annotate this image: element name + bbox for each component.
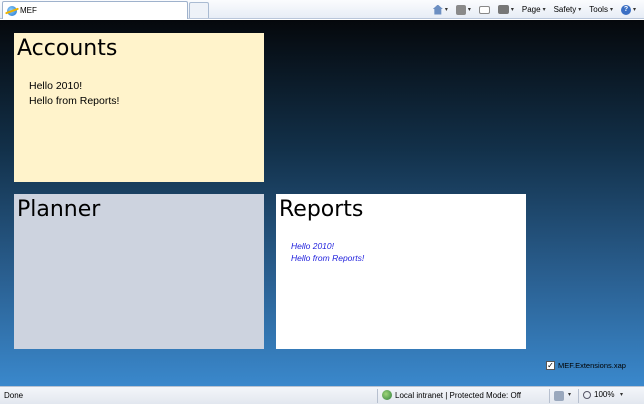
- browser-tab-mef[interactable]: MEF: [2, 1, 188, 19]
- accounts-title: Accounts: [17, 36, 118, 61]
- planner-title: Planner: [17, 197, 101, 222]
- home-icon: [432, 4, 443, 15]
- accounts-message: Hello from Reports!: [29, 95, 120, 107]
- zoom-icon: [583, 390, 591, 399]
- tools-menu-button[interactable]: Tools ▾: [589, 5, 613, 14]
- new-tab-button[interactable]: [189, 2, 209, 18]
- help-icon: ?: [620, 4, 631, 15]
- accounts-message: Hello 2010!: [29, 80, 83, 92]
- status-divider: [578, 389, 579, 403]
- planner-panel: Planner: [14, 194, 264, 349]
- ie-icon: [7, 5, 17, 16]
- read-mail-button[interactable]: [478, 5, 490, 14]
- page-menu-button[interactable]: Page ▾: [522, 5, 546, 14]
- extension-label: MEF.Extensions.xap: [558, 361, 626, 370]
- feed-icon: [455, 4, 466, 15]
- home-button[interactable]: ▾: [432, 4, 448, 15]
- zoom-control[interactable]: 100%: [583, 390, 614, 399]
- print-button[interactable]: ▾: [497, 5, 514, 14]
- protected-mode-icon[interactable]: [554, 391, 564, 401]
- safety-menu-label: Safety: [553, 5, 577, 14]
- chevron-down-icon: ▾: [510, 7, 514, 13]
- feeds-button[interactable]: ▾: [455, 4, 471, 15]
- intranet-globe-icon: [382, 390, 392, 400]
- security-zone-label: Local intranet | Protected Mode: Off: [395, 390, 521, 400]
- help-button[interactable]: ? ▾: [620, 4, 636, 15]
- reports-message: Hello from Reports!: [291, 253, 365, 263]
- mail-icon: [478, 5, 490, 14]
- tools-menu-label: Tools: [589, 5, 608, 14]
- status-divider: [549, 389, 550, 403]
- security-zone[interactable]: Local intranet | Protected Mode: Off: [382, 390, 521, 400]
- status-bar: Done Local intranet | Protected Mode: Of…: [0, 386, 644, 404]
- reports-panel: Reports Hello 2010! Hello from Reports!: [276, 194, 526, 349]
- accounts-panel: Accounts Hello 2010! Hello from Reports!: [14, 33, 264, 182]
- chevron-down-icon: ▾: [542, 7, 546, 13]
- extension-checkbox[interactable]: ✓: [546, 361, 555, 370]
- browser-command-bar: MEF ▾ ▾ ▾ Page ▾ Safety ▾ Tools ▾ ? ▾: [0, 0, 644, 19]
- chevron-down-icon: ▾: [444, 7, 448, 13]
- chevron-down-icon: ▾: [467, 7, 471, 13]
- chevron-down-icon: ▾: [578, 7, 582, 13]
- status-text: Done: [4, 391, 24, 400]
- status-divider: [377, 389, 378, 403]
- safety-menu-button[interactable]: Safety ▾: [554, 5, 582, 14]
- chevron-down-icon[interactable]: ▾: [568, 391, 571, 398]
- chevron-down-icon[interactable]: ▾: [620, 391, 623, 398]
- reports-message: Hello 2010!: [291, 241, 335, 251]
- zoom-level: 100%: [594, 390, 615, 399]
- page-menu-label: Page: [521, 5, 541, 14]
- print-icon: [497, 5, 509, 14]
- app-content-area: Accounts Hello 2010! Hello from Reports!…: [0, 20, 644, 386]
- chevron-down-icon: ▾: [609, 7, 613, 13]
- chevron-down-icon: ▾: [632, 7, 636, 13]
- reports-title: Reports: [279, 197, 364, 222]
- extension-toggle[interactable]: ✓ MEF.Extensions.xap: [546, 361, 626, 370]
- tab-title: MEF: [20, 6, 37, 15]
- command-toolbar: ▾ ▾ ▾ Page ▾ Safety ▾ Tools ▾ ? ▾: [425, 2, 636, 17]
